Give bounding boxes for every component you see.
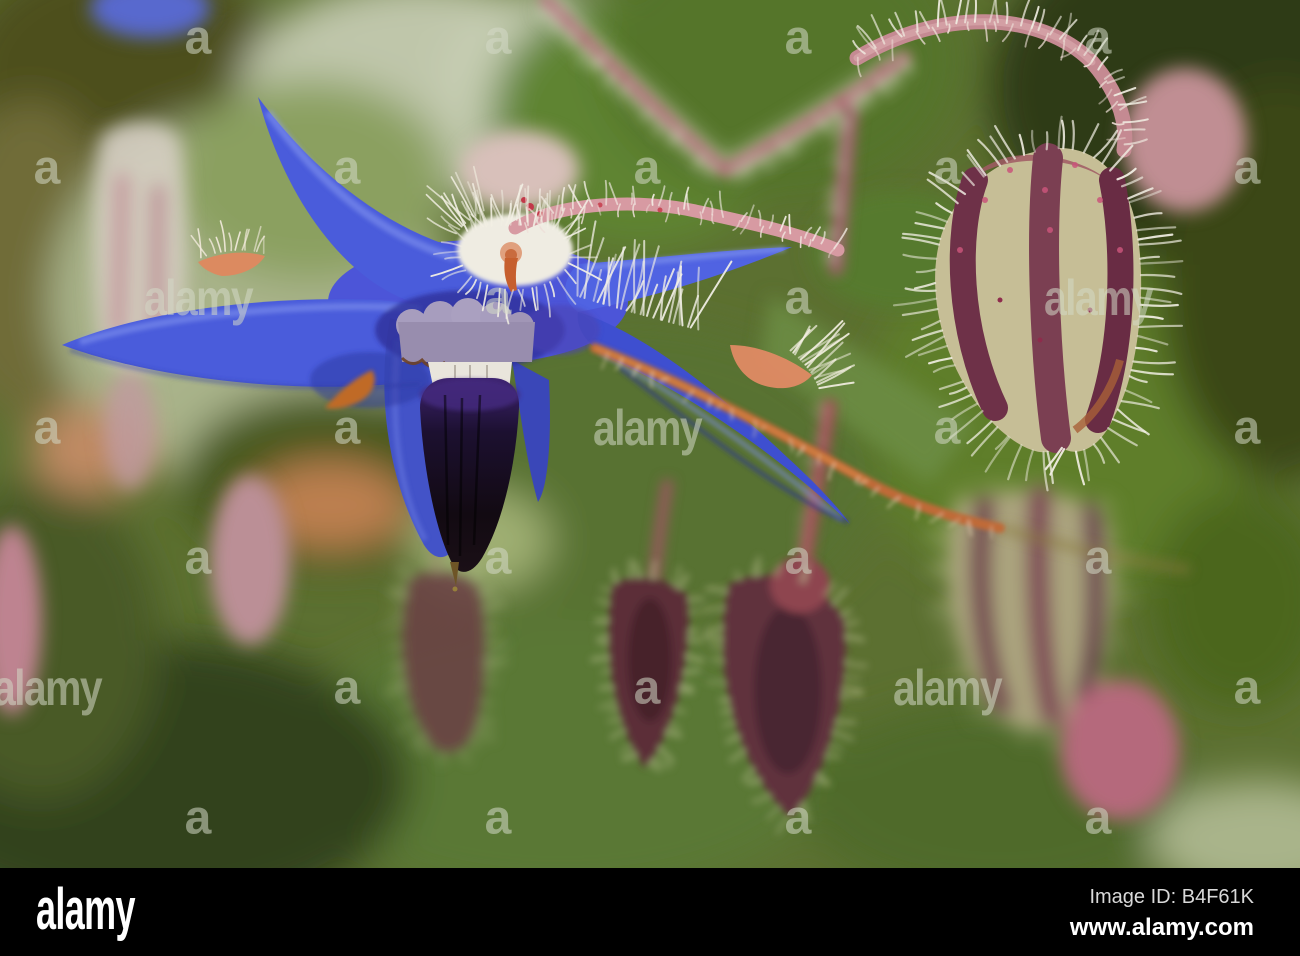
stock-photo-page: a a a a a a a a a alamy a a alamy a a alamy a a a a a a alamy a… bbox=[0, 0, 1300, 956]
alamy-watermark-text: alamy bbox=[593, 400, 703, 456]
watermark-tile-letter: a bbox=[634, 662, 661, 715]
watermark-tile-letter: a bbox=[1085, 792, 1112, 845]
watermark-tile-letter: a bbox=[634, 142, 661, 195]
alamy-watermark-text: alamy bbox=[1044, 270, 1154, 326]
watermark-tile-letter: a bbox=[785, 272, 812, 325]
watermark-tile-letter: a bbox=[785, 532, 812, 585]
watermark-tile-letter: a bbox=[934, 402, 961, 455]
alamy-watermark-text: alamy bbox=[144, 270, 254, 326]
alamy-watermark-text: alamy bbox=[893, 660, 1003, 716]
watermark-tile-letter: a bbox=[1085, 12, 1112, 65]
watermark-tile-letter: a bbox=[1234, 142, 1261, 195]
watermark-tile-letter: a bbox=[334, 142, 361, 195]
watermark-tile-letter: a bbox=[334, 402, 361, 455]
watermark-tile-letter: a bbox=[785, 12, 812, 65]
photo-area: a a a a a a a a a alamy a a alamy a a alamy a a a a a a alamy a… bbox=[0, 0, 1300, 868]
alamy-logo: alamy bbox=[36, 877, 135, 942]
blurred-bud-behind bbox=[1123, 68, 1247, 212]
watermark-tile-letter: a bbox=[185, 532, 212, 585]
watermark-tile-letter: a bbox=[485, 12, 512, 65]
watermark-tile-letter: a bbox=[1085, 532, 1112, 585]
watermark-tile-letter: a bbox=[785, 792, 812, 845]
watermark-tile-letter: a bbox=[34, 402, 61, 455]
watermark-tile-letter: a bbox=[485, 792, 512, 845]
watermark-tile-letter: a bbox=[934, 142, 961, 195]
watermark-tile-letter: a bbox=[185, 792, 212, 845]
website-text: www.alamy.com bbox=[1069, 914, 1254, 941]
footer-bar: alamy Image ID: B4F61K www.alamy.com bbox=[0, 868, 1300, 956]
alamy-watermark-text: alamy bbox=[0, 660, 103, 716]
footer-meta: Image ID: B4F61K www.alamy.com bbox=[1070, 886, 1254, 941]
watermark-tile-letter: a bbox=[485, 532, 512, 585]
watermark-tile-letter: a bbox=[185, 12, 212, 65]
watermark-tile-letter: a bbox=[334, 662, 361, 715]
watermark-tile-letter: a bbox=[1234, 402, 1261, 455]
stock-photo-borage: a a a a a a a a a alamy a a alamy a a alamy a a a a a a alamy a… bbox=[0, 0, 1300, 868]
image-id-text: Image ID: B4F61K bbox=[1089, 886, 1254, 908]
watermark-tile-letter: a bbox=[1234, 662, 1261, 715]
watermark-tile-letter: a bbox=[485, 272, 512, 325]
blurred-pink-patch bbox=[1060, 680, 1180, 820]
watermark-tile-letter: a bbox=[34, 142, 61, 195]
